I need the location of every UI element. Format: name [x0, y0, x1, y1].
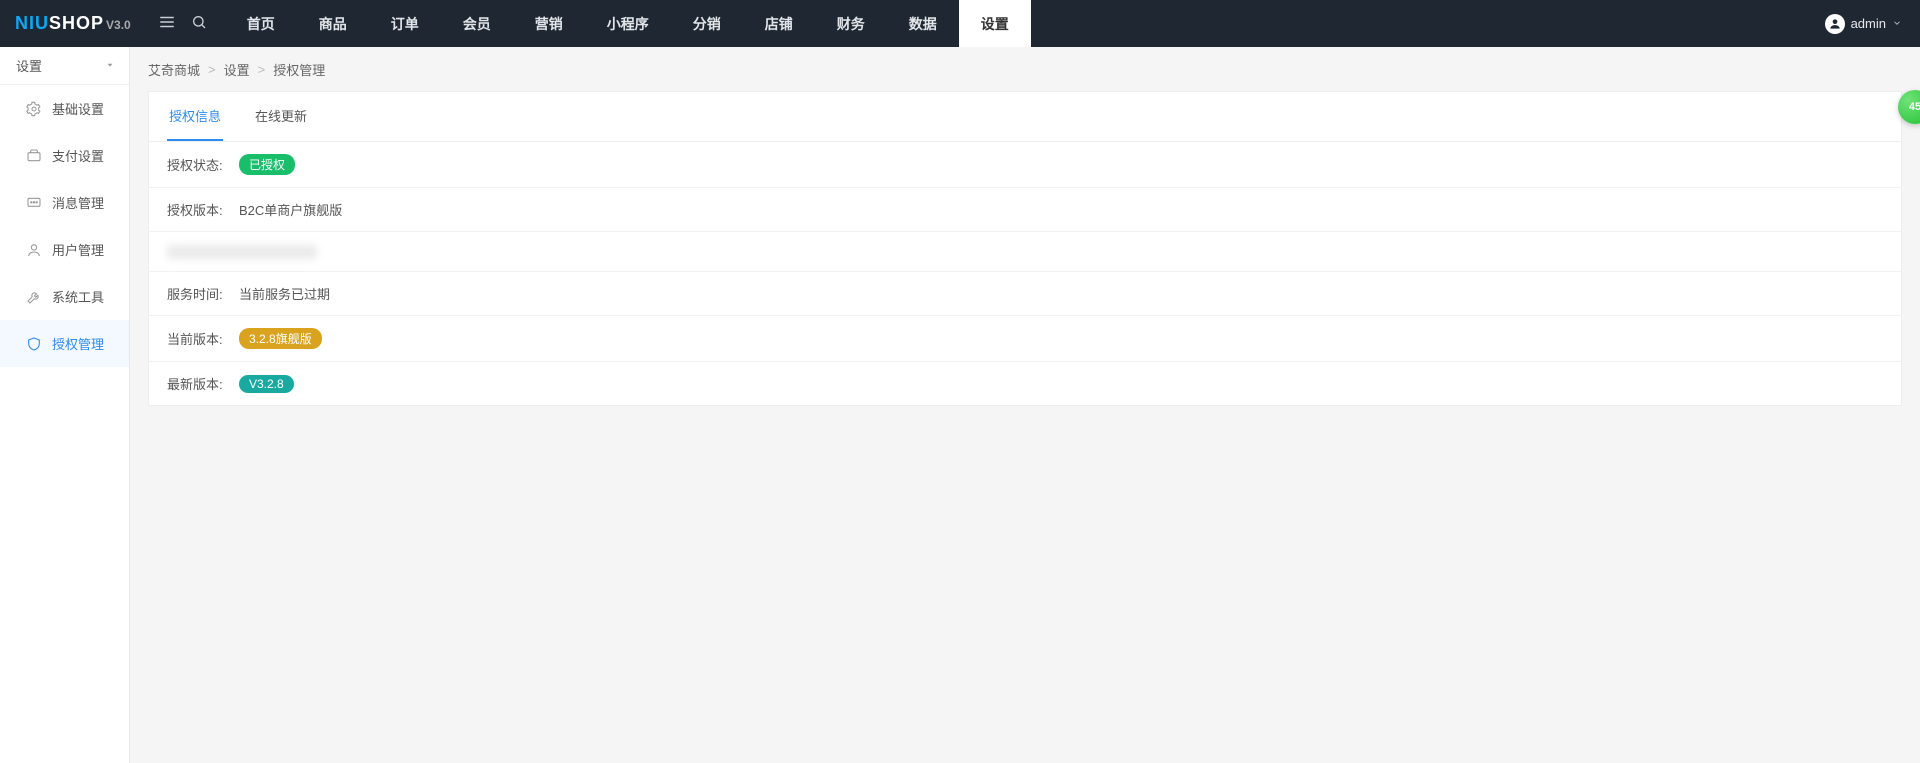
- nav-distribution[interactable]: 分销: [671, 0, 743, 47]
- sidebar-item-label: 基础设置: [52, 99, 104, 118]
- row-latest-version: 最新版本: V3.2.8: [149, 362, 1901, 405]
- search-button[interactable]: [183, 14, 215, 33]
- tab-label: 授权信息: [169, 109, 221, 124]
- tab-online-update[interactable]: 在线更新: [253, 92, 309, 141]
- sidebar-item-basic-settings[interactable]: 基础设置: [0, 85, 129, 132]
- current-version-badge: 3.2.8旗舰版: [239, 328, 322, 349]
- breadcrumb-section[interactable]: 设置: [224, 60, 250, 79]
- sidebar-item-message-management[interactable]: 消息管理: [0, 179, 129, 226]
- breadcrumb-sep: >: [258, 62, 266, 77]
- nav-home[interactable]: 首页: [225, 0, 297, 47]
- nav-store[interactable]: 店铺: [743, 0, 815, 47]
- service-time-value: 当前服务已过期: [239, 284, 330, 303]
- nav-member[interactable]: 会员: [441, 0, 513, 47]
- sidebar-item-license-management[interactable]: 授权管理: [0, 320, 129, 367]
- nav-label: 设置: [981, 14, 1009, 34]
- redacted-content: [167, 245, 317, 259]
- hamburger-icon: [158, 19, 176, 34]
- brand-logo[interactable]: NIU SHOP V3.0: [15, 13, 131, 34]
- nav-finance[interactable]: 财务: [815, 0, 887, 47]
- tab-label: 在线更新: [255, 109, 307, 124]
- avatar-icon: [1825, 14, 1845, 34]
- sidebar-item-system-tools[interactable]: 系统工具: [0, 273, 129, 320]
- gear-icon: [26, 101, 42, 117]
- message-icon: [26, 195, 42, 211]
- top-bar: NIU SHOP V3.0 首页 商品 订单 会员 营销 小程序 分销 店铺 财…: [0, 0, 1920, 47]
- service-time-label: 服务时间:: [167, 284, 239, 303]
- auth-version-label: 授权版本:: [167, 200, 239, 219]
- search-icon: [191, 18, 207, 33]
- caret-down-icon: [105, 58, 115, 73]
- tool-icon: [26, 289, 42, 305]
- tabs: 授权信息 在线更新: [149, 92, 1901, 142]
- nav-label: 商品: [319, 14, 347, 34]
- nav-label: 店铺: [765, 14, 793, 34]
- panel: 授权信息 在线更新 授权状态: 已授权 授权版本: B2C单商户旗舰版 服务时间…: [148, 91, 1902, 406]
- nav-label: 数据: [909, 14, 937, 34]
- auth-status-badge: 已授权: [239, 154, 295, 175]
- sidebar: 设置 基础设置 支付设置 消息管理 用户管理 系统工具 授权管理: [0, 47, 130, 763]
- nav-label: 分销: [693, 14, 721, 34]
- nav-label: 小程序: [607, 14, 649, 34]
- sidebar-title: 设置: [16, 56, 42, 75]
- chevron-down-icon: [1892, 16, 1902, 31]
- latest-version-badge: V3.2.8: [239, 375, 294, 393]
- shield-icon: [26, 336, 42, 352]
- sidebar-item-label: 用户管理: [52, 240, 104, 259]
- nav-label: 营销: [535, 14, 563, 34]
- auth-status-label: 授权状态:: [167, 155, 239, 174]
- nav-data[interactable]: 数据: [887, 0, 959, 47]
- nav-label: 会员: [463, 14, 491, 34]
- auth-version-value: B2C单商户旗舰版: [239, 200, 342, 219]
- user-menu[interactable]: admin: [1825, 0, 1902, 47]
- brand-version: V3.0: [106, 18, 131, 32]
- menu-toggle-button[interactable]: [151, 13, 183, 34]
- sidebar-item-payment-settings[interactable]: 支付设置: [0, 132, 129, 179]
- breadcrumb: 艾奇商城 > 设置 > 授权管理: [148, 47, 1902, 91]
- main-content: 艾奇商城 > 设置 > 授权管理 授权信息 在线更新 授权状态: 已授权 授权版…: [130, 47, 1920, 763]
- top-nav: 首页 商品 订单 会员 营销 小程序 分销 店铺 财务 数据 设置: [225, 0, 1031, 47]
- brand-part2: SHOP: [49, 13, 104, 34]
- row-service-time: 服务时间: 当前服务已过期: [149, 272, 1901, 316]
- row-redacted: [149, 232, 1901, 272]
- float-badge-count: 45: [1909, 101, 1920, 113]
- nav-label: 订单: [391, 14, 419, 34]
- nav-order[interactable]: 订单: [369, 0, 441, 47]
- row-auth-status: 授权状态: 已授权: [149, 142, 1901, 188]
- current-version-label: 当前版本:: [167, 329, 239, 348]
- nav-miniprogram[interactable]: 小程序: [585, 0, 671, 47]
- sidebar-header[interactable]: 设置: [0, 47, 129, 85]
- user-icon: [26, 242, 42, 258]
- breadcrumb-root[interactable]: 艾奇商城: [148, 60, 200, 79]
- latest-version-label: 最新版本:: [167, 374, 239, 393]
- nav-goods[interactable]: 商品: [297, 0, 369, 47]
- sidebar-item-label: 消息管理: [52, 193, 104, 212]
- nav-settings[interactable]: 设置: [959, 0, 1031, 47]
- sidebar-item-label: 支付设置: [52, 146, 104, 165]
- tab-license-info[interactable]: 授权信息: [167, 92, 223, 141]
- wallet-icon: [26, 148, 42, 164]
- breadcrumb-sep: >: [208, 62, 216, 77]
- sidebar-item-label: 授权管理: [52, 334, 104, 353]
- nav-label: 首页: [247, 14, 275, 34]
- breadcrumb-page: 授权管理: [273, 60, 325, 79]
- row-current-version: 当前版本: 3.2.8旗舰版: [149, 316, 1901, 362]
- brand-part1: NIU: [15, 13, 49, 34]
- nav-label: 财务: [837, 14, 865, 34]
- sidebar-item-label: 系统工具: [52, 287, 104, 306]
- row-auth-version: 授权版本: B2C单商户旗舰版: [149, 188, 1901, 232]
- username: admin: [1851, 16, 1886, 31]
- nav-marketing[interactable]: 营销: [513, 0, 585, 47]
- sidebar-item-user-management[interactable]: 用户管理: [0, 226, 129, 273]
